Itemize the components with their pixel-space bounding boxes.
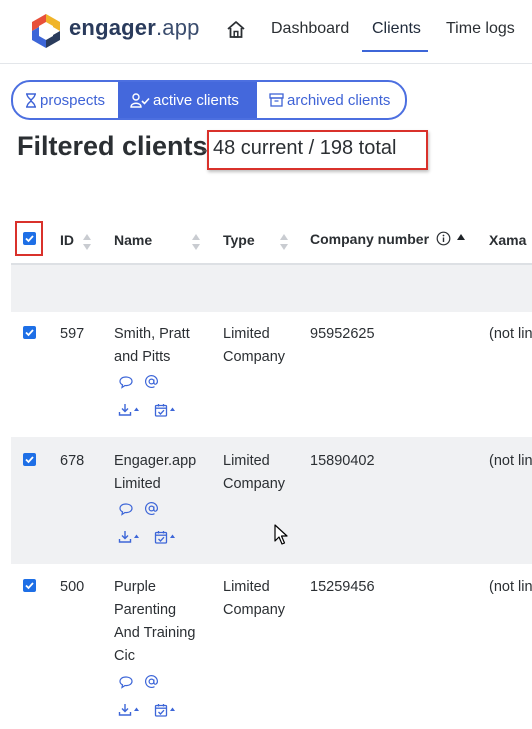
client-id: 678	[60, 453, 85, 469]
column-header-id[interactable]: ID	[60, 232, 74, 248]
row-checkbox[interactable]	[23, 579, 36, 592]
brand-name[interactable]: engager.app	[69, 15, 200, 41]
company-number: 95952625	[310, 326, 375, 342]
filter-archived-clients[interactable]: archived clients	[257, 82, 401, 118]
client-type-line: Company	[223, 602, 286, 618]
calendar-icon[interactable]	[154, 703, 182, 717]
at-icon[interactable]	[144, 674, 159, 689]
client-name-line[interactable]: Parenting	[114, 599, 176, 622]
xama-status: (not lin	[489, 579, 532, 595]
top-navbar: engager.app Dashboard Clients Time logs	[0, 0, 532, 64]
client-type-line: Company	[223, 476, 286, 492]
user-check-icon	[130, 92, 150, 108]
table-filter-row	[11, 265, 532, 312]
nav-link-clients[interactable]: Clients	[372, 20, 421, 38]
chat-icon[interactable]	[118, 502, 134, 516]
page-title: Filtered clients	[17, 131, 208, 161]
client-name-line[interactable]: And Training	[114, 622, 195, 645]
column-header-xama[interactable]: Xama	[489, 232, 526, 248]
column-header-name[interactable]: Name	[114, 232, 152, 248]
client-name-line[interactable]: and Pitts	[114, 346, 170, 369]
client-type-line: Limited	[223, 453, 270, 469]
client-type-line: Company	[223, 349, 286, 365]
sort-ascending-icon[interactable]	[456, 233, 466, 241]
filter-prospects[interactable]: prospects	[13, 82, 118, 118]
sort-icon[interactable]	[82, 233, 92, 251]
download-icon[interactable]	[118, 403, 146, 417]
client-name-line[interactable]: Purple	[114, 576, 156, 599]
client-id: 500	[60, 579, 85, 595]
row-checkbox[interactable]	[23, 326, 36, 339]
nav-link-dashboard[interactable]: Dashboard	[271, 20, 349, 38]
client-name-line[interactable]: Cic	[114, 645, 135, 668]
client-status-filter: prospects active clients archived client…	[11, 80, 407, 120]
sort-icon[interactable]	[279, 233, 289, 251]
nav-link-time-logs[interactable]: Time logs	[446, 20, 515, 38]
at-icon[interactable]	[144, 501, 159, 516]
table-row[interactable]	[11, 564, 532, 729]
sort-icon[interactable]	[191, 233, 201, 251]
home-icon[interactable]	[226, 20, 246, 40]
company-number: 15259456	[310, 579, 375, 595]
calendar-icon[interactable]	[154, 403, 182, 417]
mouse-cursor-icon	[274, 524, 288, 545]
logo-icon[interactable]	[30, 13, 62, 49]
column-header-type[interactable]: Type	[223, 232, 255, 248]
client-count: 48 current / 198 total	[213, 137, 397, 159]
archive-icon	[269, 93, 284, 107]
table-row[interactable]	[11, 312, 532, 437]
active-nav-indicator	[362, 50, 428, 52]
chat-icon[interactable]	[118, 675, 134, 689]
xama-status: (not lin	[489, 326, 532, 342]
at-icon[interactable]	[144, 374, 159, 389]
client-name-line[interactable]: Limited	[114, 473, 161, 496]
company-number: 15890402	[310, 453, 375, 469]
column-header-company-number[interactable]: Company number	[310, 231, 429, 247]
client-name-line[interactable]: Smith, Pratt	[114, 323, 190, 346]
download-icon[interactable]	[118, 703, 146, 717]
filter-active-clients[interactable]: active clients	[118, 82, 257, 118]
hourglass-icon	[26, 92, 36, 108]
xama-status: (not lin	[489, 453, 532, 469]
chat-icon[interactable]	[118, 375, 134, 389]
info-icon[interactable]	[436, 231, 451, 246]
client-name-line[interactable]: Engager.app	[114, 450, 196, 473]
select-all-checkbox[interactable]	[23, 232, 36, 245]
calendar-icon[interactable]	[154, 530, 182, 544]
download-icon[interactable]	[118, 530, 146, 544]
client-type-line: Limited	[223, 326, 270, 342]
table-row[interactable]	[11, 437, 532, 564]
client-id: 597	[60, 326, 85, 342]
client-type-line: Limited	[223, 579, 270, 595]
row-checkbox[interactable]	[23, 453, 36, 466]
